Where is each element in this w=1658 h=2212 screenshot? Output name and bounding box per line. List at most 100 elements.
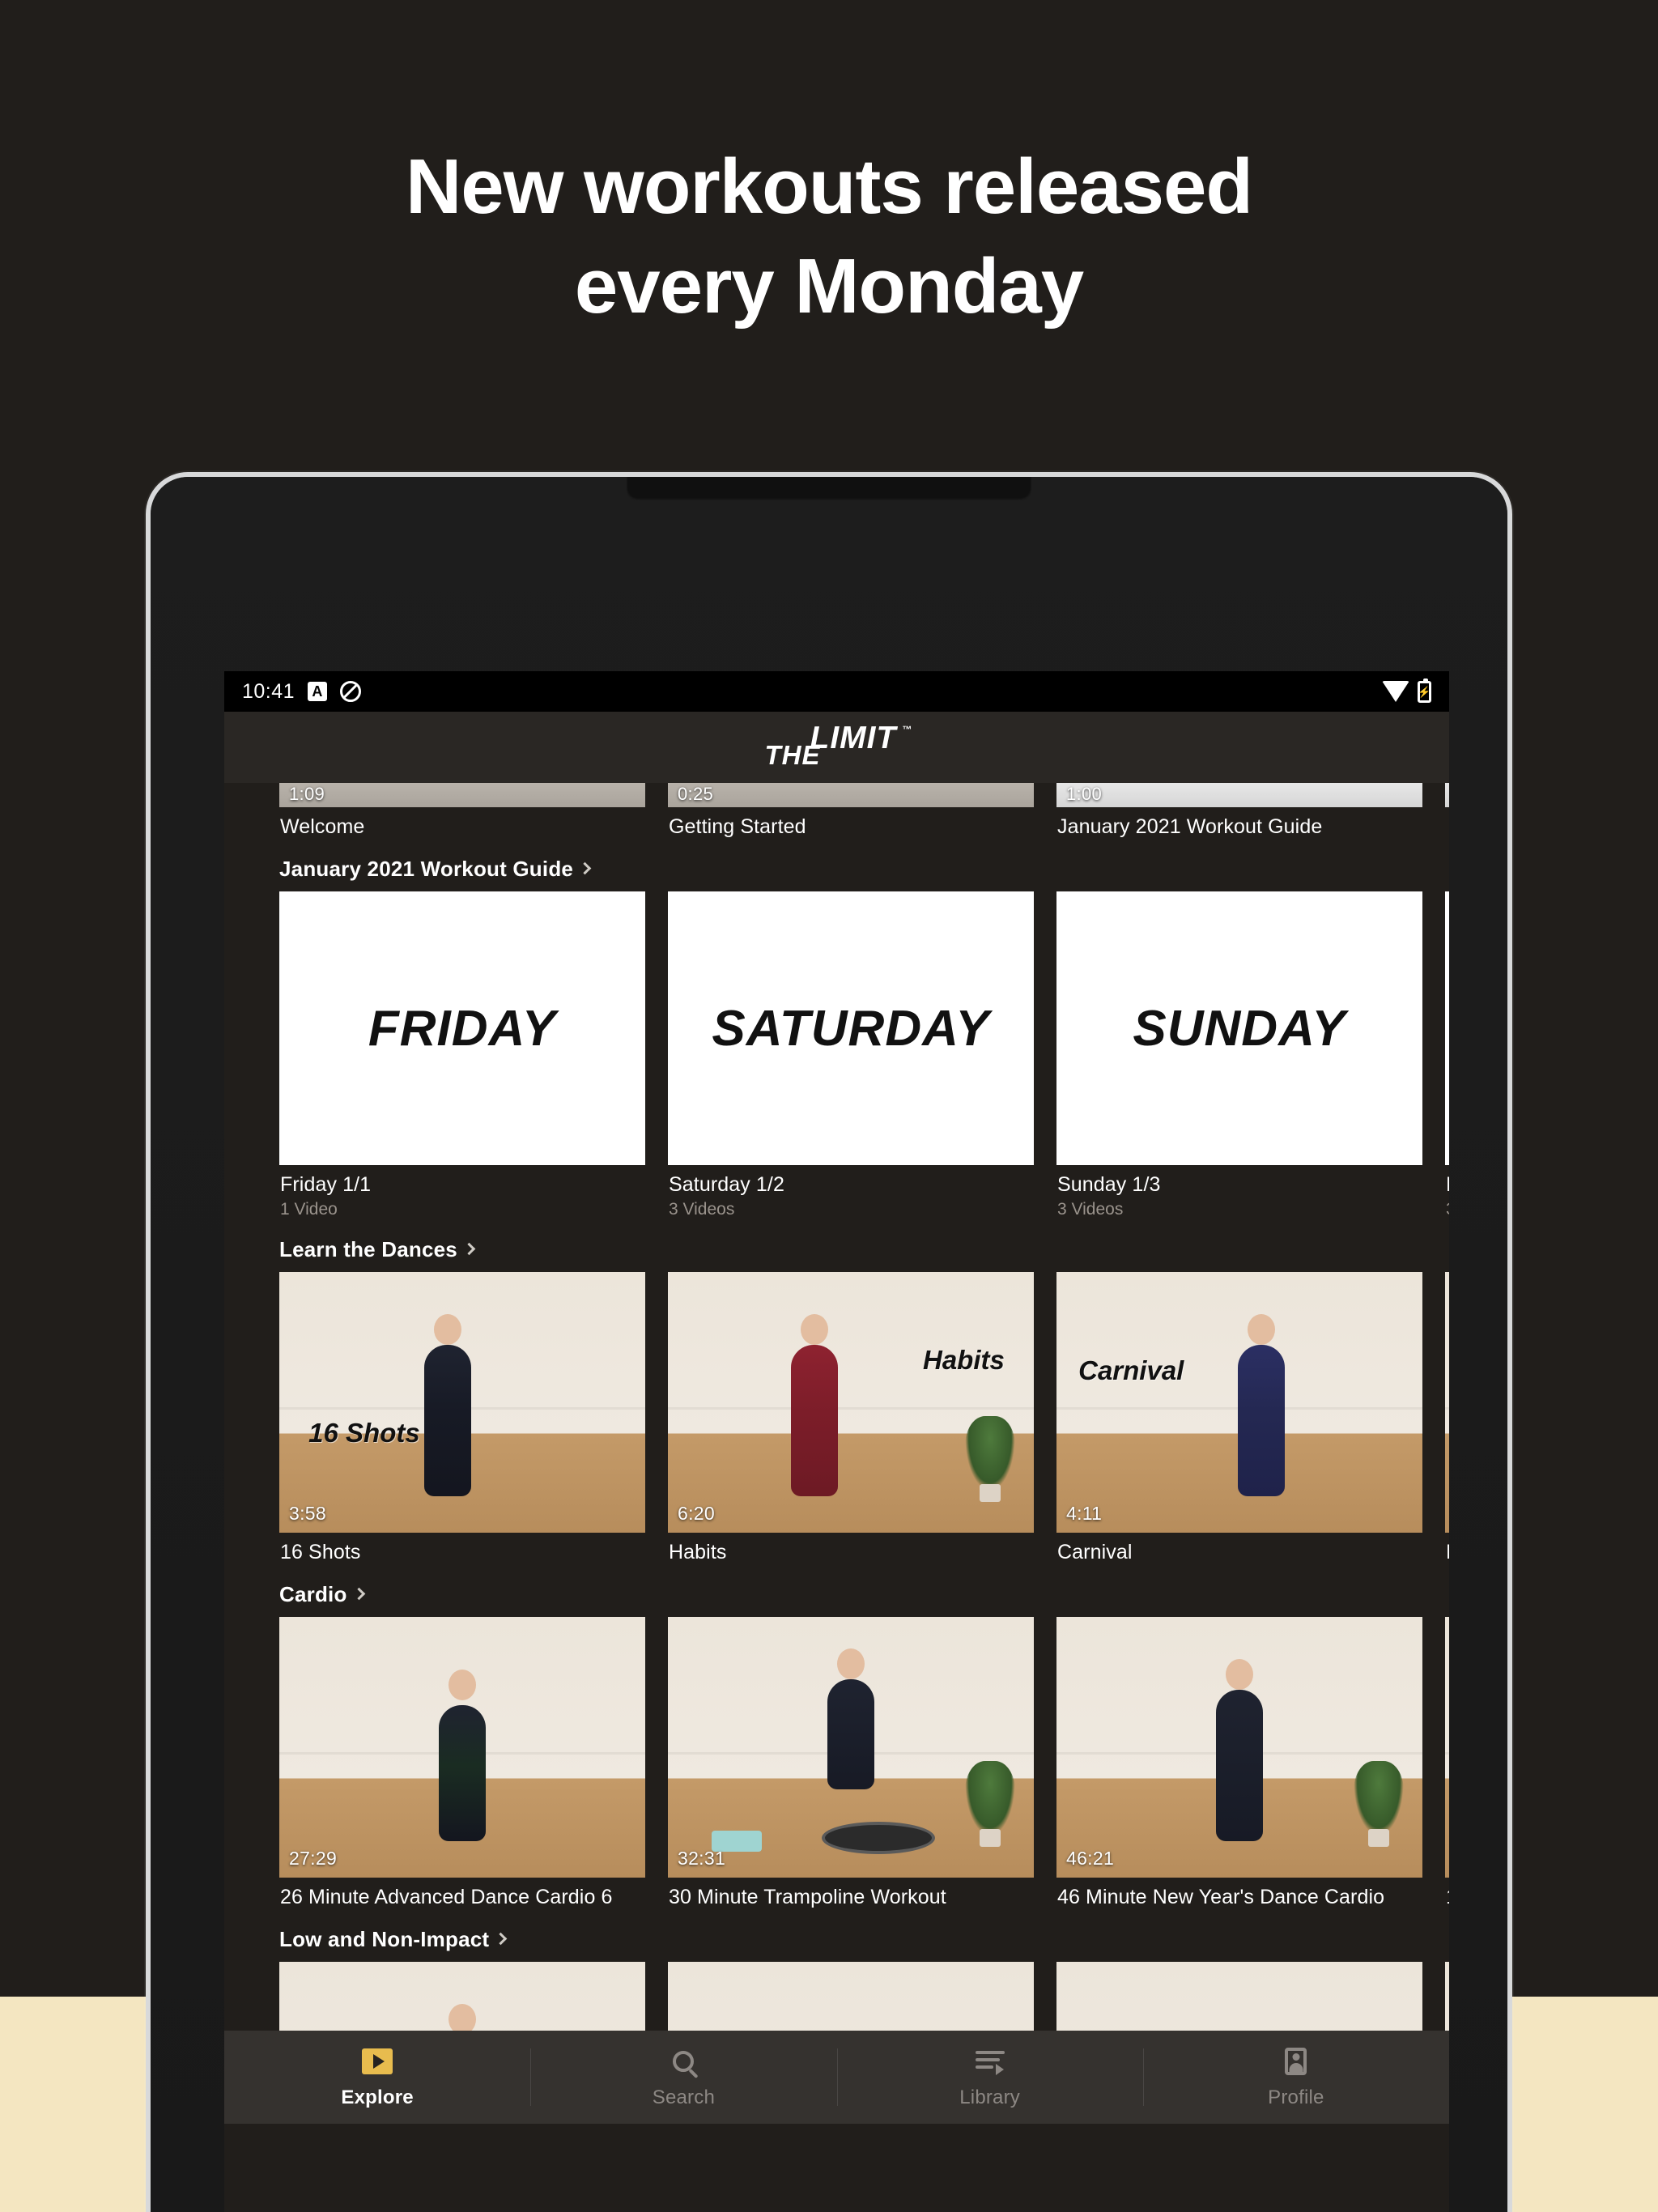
feed-row-cardio: Cardio 27:29 26 Minute Advanced Dance Ca… (224, 1564, 1449, 1909)
nav-item-explore[interactable]: Explore (224, 2031, 530, 2124)
video-thumbnail[interactable] (1445, 1617, 1449, 1878)
day-card[interactable]: SUNDAY Sunday 1/3 3 Videos (1056, 891, 1422, 1219)
day-thumbnail[interactable]: SATURDAY (668, 891, 1034, 1165)
section-header-low-and-non-impact[interactable]: Low and Non-Impact (279, 1909, 1449, 1962)
video-thumbnail[interactable]: 0:25 (668, 783, 1034, 807)
card-carousel[interactable]: FRIDAY Friday 1/1 1 Video SATURDAY Satur… (279, 891, 1449, 1219)
nav-item-profile[interactable]: Profile (1142, 2031, 1449, 2124)
video-thumbnail[interactable]: 46:21 (1056, 1617, 1422, 1878)
card-carousel[interactable]: 16 Shots 3:58 16 Shots Habits 6:20 Habit… (279, 1272, 1449, 1564)
video-title: Habits (669, 1541, 727, 1563)
section-header-cardio[interactable]: Cardio (279, 1564, 1449, 1617)
video-card[interactable]: 32:31 30 Minute Trampoline Workout (668, 1617, 1034, 1909)
app-header: THE LIMIT ™ (224, 712, 1449, 783)
video-thumbnail[interactable] (1445, 783, 1449, 807)
explore-feed[interactable]: 1:09 Welcome 0:25 Getting Started 1:00 J… (224, 783, 1449, 2124)
day-card-partial[interactable]: M 3 (1445, 891, 1449, 1219)
nav-item-library[interactable]: Library (836, 2031, 1143, 2124)
video-duration: 3:58 (289, 1503, 326, 1524)
android-auto-icon: A (308, 682, 328, 701)
video-thumbnail[interactable] (1445, 1272, 1449, 1533)
day-word: SUNDAY (1133, 1000, 1346, 1057)
video-duration: 27:29 (289, 1848, 338, 1869)
video-card[interactable]: 0:25 Getting Started (668, 783, 1034, 839)
search-icon (667, 2045, 699, 2078)
video-thumbnail[interactable]: 16 Shots 3:58 (279, 1272, 645, 1533)
thumbnail-image: Habits (668, 1272, 1034, 1533)
video-duration: 4:11 (1066, 1503, 1103, 1524)
video-thumbnail[interactable]: 1:00 (1056, 783, 1422, 807)
video-title: Carnival (1057, 1541, 1133, 1563)
day-title: Saturday 1/2 (669, 1173, 784, 1196)
video-duration: 0:25 (678, 784, 714, 804)
thumbnail-image: Carnival (1056, 1272, 1422, 1533)
app-logo: THE LIMIT ™ (760, 721, 914, 772)
thumbnail-image (668, 1617, 1034, 1878)
section-header-learn-the-dances[interactable]: Learn the Dances (279, 1219, 1449, 1272)
day-title: Friday 1/1 (280, 1173, 372, 1196)
bottom-cream-band-right (1504, 1997, 1658, 2212)
day-video-count: 1 Video (280, 1200, 338, 1219)
thumbnail-image (1056, 1617, 1422, 1878)
day-thumbnail[interactable] (1445, 891, 1449, 1165)
day-video-count: 3 Videos (669, 1200, 735, 1219)
video-thumbnail[interactable]: 27:29 (279, 1617, 645, 1878)
feed-row-workout-guide: January 2021 Workout Guide FRIDAY Friday… (224, 839, 1449, 1219)
library-icon (974, 2045, 1006, 2078)
thumbnail-image (279, 783, 645, 807)
video-card[interactable]: 27:29 26 Minute Advanced Dance Cardio 6 (279, 1617, 645, 1909)
thumbnail-image (1445, 783, 1449, 807)
thumbnail-overlay-text: Carnival (1078, 1355, 1184, 1386)
video-card-partial[interactable] (1445, 783, 1449, 839)
video-card[interactable]: Carnival 4:11 Carnival (1056, 1272, 1422, 1564)
video-duration: 1:09 (289, 784, 325, 804)
thumbnail-image: 16 Shots (279, 1272, 645, 1533)
page-title: New workouts released every Monday (0, 138, 1658, 337)
nav-label-search: Search (652, 2087, 715, 2108)
nav-label-explore: Explore (341, 2087, 414, 2108)
thumbnail-image (279, 1617, 645, 1878)
day-word: FRIDAY (368, 1000, 557, 1057)
day-card[interactable]: FRIDAY Friday 1/1 1 Video (279, 891, 645, 1219)
app-viewport: 10:41 A ⚡ THE LIMIT ™ 1:09 Welcome 0:25 … (224, 671, 1449, 2212)
play-icon (361, 2045, 393, 2078)
bottom-navigation-bar[interactable]: Explore Search Library Profile (224, 2031, 1449, 2124)
video-thumbnail[interactable]: Habits 6:20 (668, 1272, 1034, 1533)
logo-text-limit: LIMIT (810, 721, 897, 755)
video-card-partial[interactable]: B (1445, 1272, 1449, 1564)
feed-row-learn-the-dances: Learn the Dances 16 Shots 3:58 16 Shots … (224, 1219, 1449, 1564)
video-title: 46 Minute New Year's Dance Cardio (1057, 1886, 1385, 1908)
video-duration: 1:00 (1066, 784, 1103, 804)
video-title: 18 (1445, 1878, 1449, 1909)
card-carousel[interactable]: 1:09 Welcome 0:25 Getting Started 1:00 J… (279, 783, 1449, 839)
nav-label-profile: Profile (1268, 2087, 1324, 2108)
section-title: January 2021 Workout Guide (279, 857, 574, 881)
thumbnail-image (1445, 1272, 1449, 1533)
tablet-screen-surface: 10:41 A ⚡ THE LIMIT ™ 1:09 Welcome 0:25 … (151, 477, 1507, 2212)
section-title: Learn the Dances (279, 1237, 457, 1261)
bottom-cream-band-left (0, 1997, 151, 2212)
video-thumbnail[interactable]: Carnival 4:11 (1056, 1272, 1422, 1533)
day-card[interactable]: SATURDAY Saturday 1/2 3 Videos (668, 891, 1034, 1219)
video-card[interactable]: 1:09 Welcome (279, 783, 645, 839)
day-word: SATURDAY (712, 1000, 990, 1057)
thumbnail-overlay-text: 16 Shots (308, 1418, 420, 1448)
chevron-right-icon (352, 1587, 365, 1601)
day-title: Sunday 1/3 (1057, 1173, 1161, 1196)
video-title: 26 Minute Advanced Dance Cardio 6 (280, 1886, 613, 1908)
status-bar-left: 10:41 A (242, 679, 362, 704)
video-card[interactable]: 46:21 46 Minute New Year's Dance Cardio (1056, 1617, 1422, 1909)
video-card[interactable]: 16 Shots 3:58 16 Shots (279, 1272, 645, 1564)
video-card[interactable]: 1:00 January 2021 Workout Guide (1056, 783, 1422, 839)
day-thumbnail[interactable]: FRIDAY (279, 891, 645, 1165)
status-bar-clock: 10:41 (242, 679, 295, 703)
nav-item-search[interactable]: Search (530, 2031, 836, 2124)
section-header-workout-guide[interactable]: January 2021 Workout Guide (279, 839, 1449, 891)
video-thumbnail[interactable]: 1:09 (279, 783, 645, 807)
video-card-partial[interactable]: 18 (1445, 1617, 1449, 1909)
battery-icon: ⚡ (1418, 678, 1431, 703)
video-card[interactable]: Habits 6:20 Habits (668, 1272, 1034, 1564)
card-carousel[interactable]: 27:29 26 Minute Advanced Dance Cardio 6 (279, 1617, 1449, 1909)
video-thumbnail[interactable]: 32:31 (668, 1617, 1034, 1878)
day-thumbnail[interactable]: SUNDAY (1056, 891, 1422, 1165)
